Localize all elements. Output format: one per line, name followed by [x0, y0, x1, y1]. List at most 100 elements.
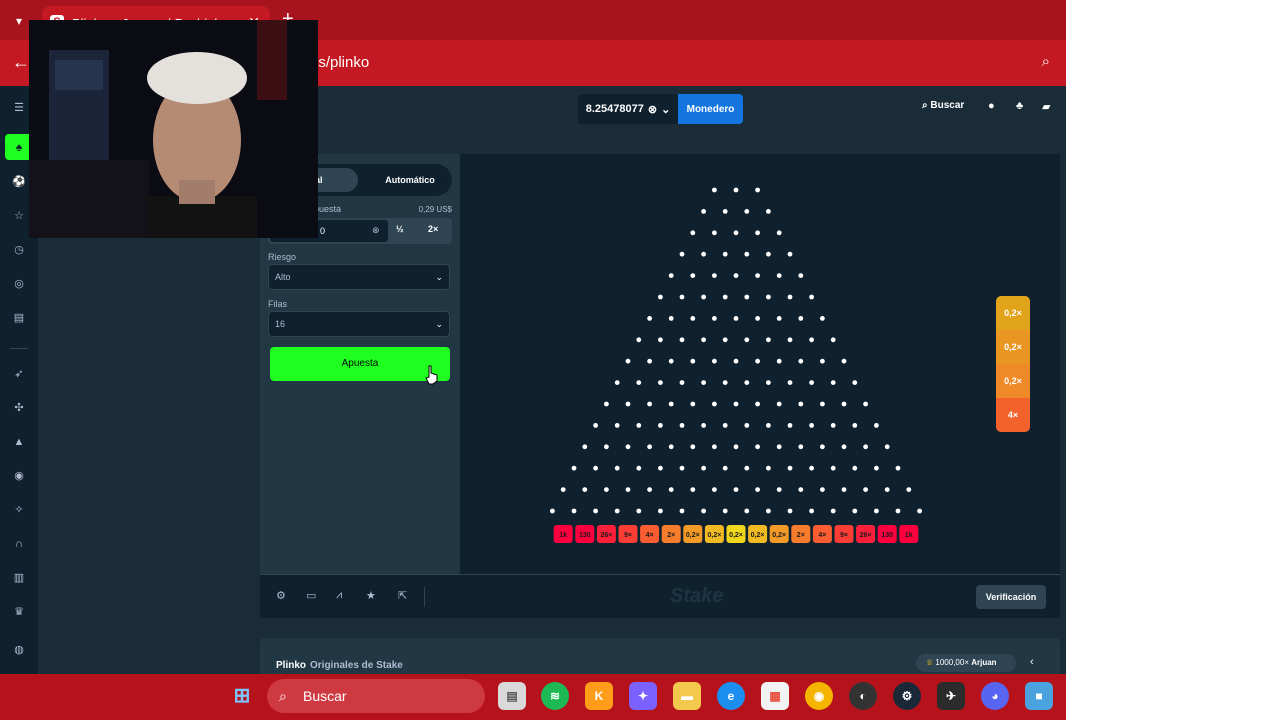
live-icon[interactable]: ◉	[11, 468, 27, 484]
search-label: Buscar	[930, 100, 965, 111]
sports-icon[interactable]: ⚽	[11, 174, 27, 190]
rows-select[interactable]: 16 ⌄	[268, 311, 450, 337]
recent-icon[interactable]: ◷	[11, 242, 27, 258]
bets-icon[interactable]: ▤	[11, 310, 27, 326]
discord-icon[interactable]: ◕	[981, 682, 1009, 710]
taskbar-search[interactable]: ⌕ Buscar	[267, 679, 485, 713]
peg	[701, 465, 706, 471]
peg	[830, 337, 836, 343]
peg	[744, 465, 750, 471]
search-button[interactable]: ⌕ Buscar	[922, 100, 964, 111]
peg	[884, 444, 890, 450]
chevron-left-icon[interactable]: ‹	[1030, 656, 1034, 668]
peg	[722, 294, 728, 300]
peg	[647, 401, 652, 407]
multiplier-label: 0,2×	[686, 532, 700, 539]
peg	[690, 444, 696, 450]
edge-icon[interactable]: e	[717, 682, 745, 710]
peg	[614, 380, 620, 385]
popout-icon[interactable]: ⇱	[398, 589, 407, 602]
multiplier-bucket: 0,2×	[748, 525, 768, 543]
url-text[interactable]: es/plinko	[310, 54, 369, 71]
promo-icon[interactable]: ✧	[11, 502, 27, 518]
back-arrow-icon[interactable]: ←	[12, 52, 30, 73]
wallet-button[interactable]: Monedero	[678, 94, 743, 124]
peg	[798, 358, 804, 364]
multiplier-bucket: 130	[877, 525, 897, 543]
obs-icon[interactable]: ◐	[849, 682, 877, 710]
badge-multiplier: 1000,00×	[935, 658, 969, 667]
app-icon[interactable]: ✈	[937, 682, 965, 710]
peg	[895, 465, 901, 471]
peg	[906, 487, 912, 492]
search-icon[interactable]: ⌕	[1042, 53, 1050, 70]
chrome-icon[interactable]: ◉	[805, 682, 833, 710]
history-result: 0,2×	[996, 364, 1030, 398]
peg	[809, 508, 814, 514]
peg	[604, 444, 609, 450]
tab-list-icon[interactable]: ▾	[8, 10, 30, 32]
streamer-video	[29, 20, 318, 238]
globe-icon[interactable]: ◍	[11, 642, 27, 658]
peg	[830, 423, 836, 428]
fire-icon[interactable]: ▲	[11, 434, 27, 450]
spotify-icon[interactable]: ≋	[541, 682, 569, 710]
store-icon[interactable]: ▦	[761, 682, 789, 710]
multiplier-bucket: 2×	[661, 525, 681, 543]
peg	[820, 444, 825, 450]
notifications-icon[interactable]: ♣	[1016, 100, 1023, 112]
copilot-icon[interactable]: ✦	[629, 682, 657, 710]
windows-start-icon[interactable]: ⊞	[228, 682, 256, 710]
verify-button[interactable]: Verificación	[976, 585, 1046, 609]
folder-icon[interactable]: ▬	[673, 682, 701, 710]
balance-display[interactable]: 8.25478077 ⊗ ⌄	[578, 94, 678, 124]
crown-icon[interactable]: ♛	[11, 604, 27, 620]
peg	[701, 423, 706, 428]
theatre-icon[interactable]: ▭	[306, 589, 316, 602]
app-icon[interactable]: K	[585, 682, 613, 710]
user-icon[interactable]: ●	[988, 100, 995, 112]
stats-icon[interactable]: ⩘	[336, 589, 342, 602]
rocket-icon[interactable]: ➶	[11, 366, 27, 382]
double-bet-button[interactable]: 2×	[428, 224, 438, 234]
peg	[614, 508, 620, 514]
peg	[809, 465, 814, 471]
peg	[744, 423, 750, 428]
star-icon[interactable]: ☆	[11, 208, 27, 224]
peg	[766, 251, 771, 257]
file-icon[interactable]: ▤	[498, 682, 526, 710]
peg	[668, 444, 674, 450]
mode-auto-tab[interactable]: Automático	[370, 168, 450, 192]
headset-icon[interactable]: ∩	[11, 536, 27, 552]
peg	[776, 358, 782, 364]
peg	[787, 380, 793, 385]
peg	[830, 508, 836, 514]
peg	[787, 337, 793, 343]
peg	[668, 401, 674, 407]
risk-select[interactable]: Alto ⌄	[268, 264, 450, 290]
peg	[787, 423, 793, 428]
multiplier-bucket: 1k	[899, 525, 919, 543]
gift-icon[interactable]: ▥	[11, 570, 27, 586]
peg	[776, 273, 782, 278]
half-bet-button[interactable]: ½	[396, 224, 404, 234]
settings-icon[interactable]: ⚙	[276, 589, 286, 602]
challenge-icon[interactable]: ◎	[11, 276, 27, 292]
peg	[701, 251, 706, 257]
steam-icon[interactable]: ⚙	[893, 682, 921, 710]
peg	[668, 273, 674, 278]
slots-icon[interactable]: ✣	[11, 400, 27, 416]
camera-icon[interactable]: ■	[1025, 682, 1053, 710]
bet-button[interactable]: Apuesta	[270, 347, 450, 381]
favorite-star-icon[interactable]: ★	[366, 589, 376, 602]
peg	[614, 423, 620, 428]
chat-icon[interactable]: ▰	[1042, 100, 1050, 113]
menu-icon[interactable]: ☰	[11, 100, 27, 116]
multiplier-label: 26×	[600, 532, 612, 539]
peg	[798, 273, 804, 278]
peg	[712, 230, 717, 236]
risk-label: Riesgo	[268, 252, 297, 262]
peg	[712, 401, 717, 407]
peg	[733, 230, 739, 236]
peg	[733, 187, 739, 193]
